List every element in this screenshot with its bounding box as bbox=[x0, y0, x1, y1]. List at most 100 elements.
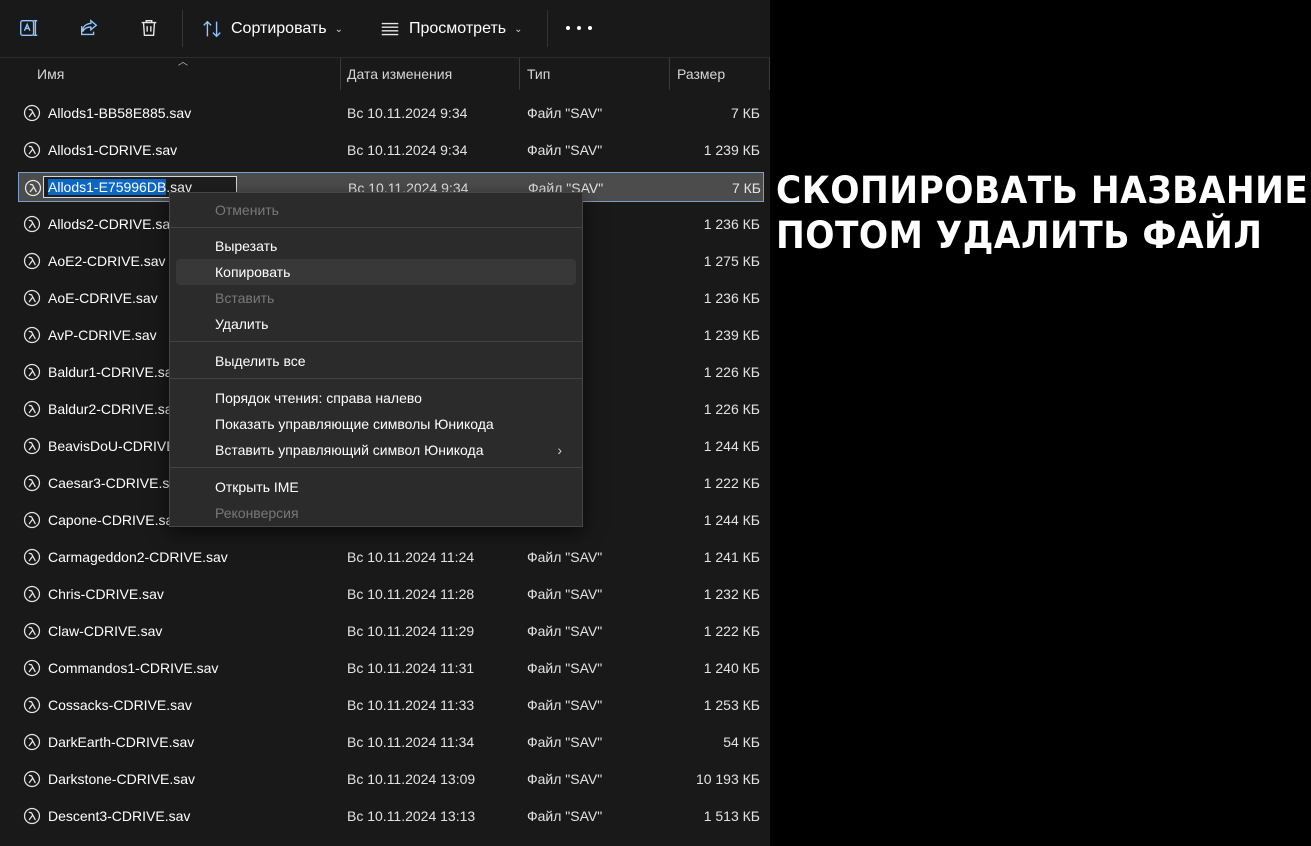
sav-file-icon bbox=[23, 696, 41, 714]
sav-file-icon bbox=[23, 548, 41, 566]
file-row[interactable]: Cossacks-CDRIVE.sav Вс 10.11.2024 11:33 Фа… bbox=[18, 690, 764, 720]
menu-separator bbox=[170, 341, 582, 342]
sav-file-icon bbox=[23, 733, 41, 751]
file-size: 1 513 КБ bbox=[703, 808, 760, 824]
file-row[interactable]: Commandos1-CDRIVE.sav Вс 10.11.2024 11:31… bbox=[18, 653, 764, 683]
file-name: Cossacks-CDRIVE.sav bbox=[48, 697, 192, 713]
file-date: Вс 10.11.2024 13:13 bbox=[347, 808, 476, 824]
file-size: 7 КБ bbox=[731, 180, 761, 196]
file-size: 1 244 КБ bbox=[703, 438, 760, 454]
sort-button[interactable]: Сортировать ⌄ bbox=[201, 14, 343, 44]
file-row[interactable]: Allods1-BB58E885.sav Вс 10.11.2024 9:34 Фа… bbox=[18, 98, 764, 128]
file-date: Вс 10.11.2024 11:34 bbox=[347, 734, 475, 750]
share-icon[interactable] bbox=[75, 14, 103, 42]
file-row[interactable]: Allods1-CDRIVE.sav Вс 10.11.2024 9:34 Файл… bbox=[18, 135, 764, 165]
more-options-icon[interactable] bbox=[566, 20, 592, 36]
file-date: Вс 10.11.2024 11:28 bbox=[347, 586, 475, 602]
file-row[interactable]: Darkstone-CDRIVE.sav Вс 10.11.2024 13:09 Ф… bbox=[18, 764, 764, 794]
file-name: DarkEarth-CDRIVE.sav bbox=[48, 734, 195, 750]
file-size: 1 240 КБ bbox=[703, 660, 760, 676]
column-type[interactable]: Тип bbox=[527, 58, 550, 90]
sort-icon bbox=[203, 20, 221, 38]
menu-item-undo: Отменить bbox=[215, 202, 279, 218]
view-button[interactable]: Просмотреть ⌄ bbox=[379, 14, 523, 44]
file-size: 54 КБ bbox=[723, 734, 760, 750]
menu-item-copy[interactable]: Копировать bbox=[176, 259, 576, 285]
file-size: 1 239 КБ bbox=[703, 142, 760, 158]
menu-item-paste: Вставить bbox=[215, 290, 275, 306]
column-header: ︿ Имя Дата изменения Тип Размер bbox=[0, 58, 770, 90]
sav-file-icon bbox=[24, 179, 42, 197]
file-size: 1 239 КБ bbox=[703, 327, 760, 343]
file-row[interactable]: Claw-CDRIVE.sav Вс 10.11.2024 11:29 Файл "… bbox=[18, 616, 764, 646]
file-size: 10 193 КБ bbox=[695, 771, 760, 787]
file-name: Chris-CDRIVE.sav bbox=[48, 586, 164, 602]
sav-file-icon bbox=[23, 474, 41, 492]
file-name: Allods1-CDRIVE.sav bbox=[48, 142, 178, 158]
column-divider[interactable] bbox=[340, 58, 341, 90]
menu-item-delete[interactable]: Удалить bbox=[176, 311, 576, 337]
file-type: Файл "SAV" bbox=[527, 142, 603, 158]
column-date[interactable]: Дата изменения bbox=[347, 58, 452, 90]
sav-file-icon bbox=[23, 363, 41, 381]
sav-file-icon bbox=[23, 289, 41, 307]
menu-item-rtl-reading[interactable]: Порядок чтения: справа налево bbox=[176, 385, 576, 411]
annotation-panel: СКОПИРОВАТЬ НАЗВАНИЕ ПОТОМ УДАЛИТЬ ФАЙЛ bbox=[770, 0, 1311, 846]
view-icon bbox=[381, 22, 399, 36]
file-type: Файл "SAV" bbox=[527, 586, 603, 602]
menu-separator bbox=[170, 227, 582, 228]
column-divider[interactable] bbox=[669, 58, 670, 90]
file-name: Allods1-BB58E885.sav bbox=[48, 105, 192, 121]
file-date: Вс 10.11.2024 9:34 bbox=[347, 142, 468, 158]
file-size: 1 253 КБ bbox=[703, 697, 760, 713]
file-name: Darkstone-CDRIVE.sav bbox=[48, 771, 196, 787]
file-size: 1 226 КБ bbox=[703, 364, 760, 380]
rename-icon[interactable] bbox=[15, 14, 43, 42]
file-explorer-window: Сортировать ⌄ Просмотреть ⌄ ︿ Имя Дата и… bbox=[0, 0, 1311, 846]
file-size: 1 244 КБ bbox=[703, 512, 760, 528]
sav-file-icon bbox=[23, 104, 41, 122]
file-type: Файл "SAV" bbox=[527, 623, 603, 639]
menu-item-reconversion: Реконверсия bbox=[215, 505, 299, 521]
file-name: Commandos1-CDRIVE.sav bbox=[48, 660, 219, 676]
file-size: 1 275 КБ bbox=[703, 253, 760, 269]
file-date: Вс 10.11.2024 11:31 bbox=[347, 660, 475, 676]
file-date: Вс 10.11.2024 11:33 bbox=[347, 697, 475, 713]
sav-file-icon bbox=[23, 215, 41, 233]
file-size: 7 КБ bbox=[730, 105, 760, 121]
sav-file-icon bbox=[23, 585, 41, 603]
file-name: Claw-CDRIVE.sav bbox=[48, 623, 163, 639]
column-name[interactable]: Имя bbox=[37, 58, 64, 90]
context-menu: Отменить Вырезать Копировать Вставить Уд… bbox=[169, 192, 583, 527]
file-row[interactable]: Carmageddon2-CDRIVE.sav Вс 10.11.2024 11:… bbox=[18, 542, 764, 572]
file-row[interactable]: Chris-CDRIVE.sav Вс 10.11.2024 11:28 Файл … bbox=[18, 579, 764, 609]
chevron-down-icon: ⌄ bbox=[514, 23, 523, 35]
column-size[interactable]: Размер bbox=[677, 58, 725, 90]
toolbar-separator bbox=[547, 10, 548, 47]
file-row[interactable]: Descent3-CDRIVE.sav Вс 10.11.2024 13:13 Фа… bbox=[18, 801, 764, 831]
menu-item-insert-unicode[interactable]: Вставить управляющий символ Юникода › bbox=[176, 437, 576, 463]
menu-item-open-ime[interactable]: Открыть IME bbox=[176, 474, 576, 500]
file-date: Вс 10.11.2024 9:34 bbox=[347, 105, 468, 121]
file-date: Вс 10.11.2024 13:09 bbox=[347, 771, 476, 787]
menu-item-cut[interactable]: Вырезать bbox=[176, 233, 576, 259]
sav-file-icon bbox=[23, 400, 41, 418]
delete-icon[interactable] bbox=[135, 14, 163, 42]
chevron-down-icon: ⌄ bbox=[334, 23, 343, 35]
file-type: Файл "SAV" bbox=[527, 549, 603, 565]
sav-file-icon bbox=[23, 659, 41, 677]
column-divider[interactable] bbox=[519, 58, 520, 90]
sav-file-icon bbox=[23, 622, 41, 640]
sav-file-icon bbox=[23, 252, 41, 270]
file-size: 1 236 КБ bbox=[703, 290, 760, 306]
file-date: Вс 10.11.2024 11:24 bbox=[347, 549, 475, 565]
menu-separator bbox=[170, 467, 582, 468]
menu-item-select-all[interactable]: Выделить все bbox=[176, 348, 576, 374]
menu-item-show-unicode[interactable]: Показать управляющие символы Юникода bbox=[176, 411, 576, 437]
file-size: 1 241 КБ bbox=[703, 549, 760, 565]
file-size: 1 222 КБ bbox=[703, 623, 760, 639]
file-type: Файл "SAV" bbox=[527, 771, 603, 787]
file-row[interactable]: DarkEarth-CDRIVE.sav Вс 10.11.2024 11:34 Ф… bbox=[18, 727, 764, 757]
sort-label: Сортировать bbox=[231, 20, 327, 37]
toolbar-separator bbox=[182, 10, 183, 47]
